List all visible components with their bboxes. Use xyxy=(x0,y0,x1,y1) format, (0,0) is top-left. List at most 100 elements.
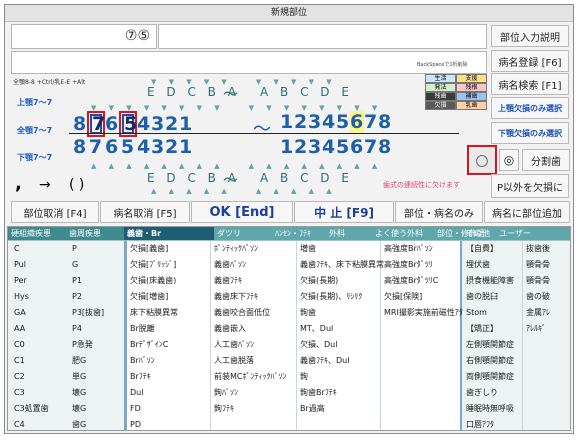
tooth-UL7[interactable]: 7 xyxy=(364,111,378,133)
tab-periodontal[interactable]: 歯周疾患 xyxy=(66,227,124,240)
disease-item[interactable]: GA xyxy=(14,306,26,319)
disease-item[interactable]: ｱﾚﾙｷﾞ xyxy=(526,322,546,335)
tab-datsuri[interactable]: ダツリ xyxy=(214,227,272,240)
disease-item[interactable]: 金属ｱﾚ xyxy=(526,306,550,319)
except-p-button[interactable]: P以外を欠損に xyxy=(491,174,569,198)
tooth-LR8[interactable]: 8 xyxy=(73,136,87,158)
disease-item[interactable]: 欠損[保険] xyxy=(384,290,422,303)
disease-item[interactable]: 鉤 xyxy=(300,370,308,383)
disease-item[interactable]: Dul xyxy=(130,386,143,399)
tooth-LL6[interactable]: 6 xyxy=(350,136,364,158)
disease-item[interactable]: 摂食機能障害 xyxy=(466,274,514,287)
disease-item[interactable]: 両側顎関節症 xyxy=(466,370,514,383)
disease-item[interactable]: 睡眠時無呼吸 xyxy=(466,402,514,415)
disease-item[interactable]: 口唇ｱﾌﾀ xyxy=(466,418,494,430)
disease-item[interactable]: 高強度BrﾀﾞﾂﾘC xyxy=(384,274,438,287)
disease-item[interactable]: 義歯ﾌﾃｷ xyxy=(214,274,242,287)
split-tooth-button[interactable]: 分割歯 xyxy=(522,149,570,171)
tooth-LR5[interactable]: 5 xyxy=(119,136,137,158)
disease-item[interactable]: Pul xyxy=(14,258,26,271)
disease-item[interactable]: 人工歯脱落 xyxy=(214,354,254,367)
tooth-UR1[interactable]: 1 xyxy=(179,113,193,135)
disease-item[interactable]: P3[抜歯] xyxy=(72,306,104,319)
register-button[interactable]: 病名登録 [F6] xyxy=(491,50,569,72)
disease-item[interactable]: 床下粘膜異常 xyxy=(130,306,178,319)
disease-item[interactable]: 欠損[義歯] xyxy=(130,242,168,255)
disease-item[interactable]: C1 xyxy=(14,354,25,367)
disease-item[interactable]: G xyxy=(72,258,78,271)
disease-item[interactable]: C3 xyxy=(14,386,25,399)
disease-item[interactable]: Hys xyxy=(14,290,29,303)
arrow-button[interactable]: → xyxy=(39,177,51,193)
disease-item[interactable]: 歯ぎしり xyxy=(466,386,498,399)
disease-item[interactable]: 欠損(長期)、ﾘｼﾘｸ xyxy=(300,290,362,303)
disease-item[interactable]: 欠損(床義歯) xyxy=(130,274,176,287)
disease-item[interactable]: 鉤ﾊﾞｿﾝ xyxy=(214,386,238,399)
circle-button[interactable]: 〇 xyxy=(467,145,497,175)
tooth-LR6[interactable]: 6 xyxy=(105,136,119,158)
part-name-only-button[interactable]: 部位・病名のみ xyxy=(395,201,483,223)
disease-item[interactable]: 欠損[ﾌﾞﾘｯｼﾞ] xyxy=(130,258,176,271)
tooth-LR1[interactable]: 1 xyxy=(179,136,193,158)
disease-item[interactable]: C4 xyxy=(14,418,25,430)
disease-item[interactable]: 【自費】 xyxy=(466,242,498,255)
disease-item[interactable]: 義歯ﾌﾃｷ、床下粘膜異常 xyxy=(300,258,384,271)
disease-item[interactable]: 単G xyxy=(72,370,86,383)
tooth-LL4[interactable]: 4 xyxy=(322,136,336,158)
upper-row-label[interactable]: 上顎7～7 xyxy=(17,97,52,108)
tooth-LL7[interactable]: 7 xyxy=(364,136,378,158)
disease-item[interactable]: AA xyxy=(14,322,25,335)
ok-button[interactable]: OK [End] xyxy=(191,201,293,223)
disease-item[interactable]: P4 xyxy=(72,322,82,335)
tooth-LL2[interactable]: 2 xyxy=(294,136,308,158)
tooth-LR4[interactable]: 4 xyxy=(137,136,151,158)
comma-button[interactable]: , xyxy=(15,173,22,194)
tooth-UR6[interactable]: 6 xyxy=(105,113,119,135)
tooth-UL5[interactable]: 5 xyxy=(336,111,350,133)
disease-item[interactable]: Br脱離 xyxy=(130,322,155,335)
disease-item[interactable]: 歯G xyxy=(72,418,86,430)
disease-item[interactable]: 義歯咬合面低位 xyxy=(214,306,270,319)
tooth-UL1[interactable]: 1 xyxy=(280,111,294,133)
cancel-name-button[interactable]: 病名取消 [F5] xyxy=(100,201,190,223)
name-input-panel[interactable] xyxy=(158,24,487,49)
disease-item[interactable]: 歯の破 xyxy=(526,290,550,303)
tooth-UL2[interactable]: 2 xyxy=(294,111,308,133)
disease-item[interactable]: P1 xyxy=(72,274,82,287)
disease-item[interactable]: 鉤歯Brﾌﾃｷ xyxy=(300,386,337,399)
disease-item[interactable]: Brﾊﾞｿﾝ xyxy=(130,354,155,367)
disease-item[interactable]: C3処置歯 xyxy=(14,402,49,415)
tooth-LL5[interactable]: 5 xyxy=(336,136,350,158)
disease-item[interactable]: BrﾃﾞｻﾞｲﾝC xyxy=(130,338,168,351)
disease-item[interactable]: P2 xyxy=(72,290,82,303)
disease-item[interactable]: Br過高 xyxy=(300,402,325,415)
disease-item[interactable]: 顎骨骨 xyxy=(526,258,550,271)
tab-hasen[interactable]: ﾊﾝｾﾝ・ﾌﾃｷ xyxy=(272,227,326,240)
memo-panel[interactable] xyxy=(11,51,487,74)
disease-item[interactable]: 左側顎関節症 xyxy=(466,338,514,351)
disease-item[interactable]: 抜歯後 xyxy=(526,242,550,255)
tooth-UL6[interactable]: 6 xyxy=(350,111,364,133)
disease-item[interactable]: 欠損、Dul xyxy=(300,338,337,351)
input-help-button[interactable]: 部位入力説明 xyxy=(491,25,569,47)
disease-item[interactable]: 右側顎関節症 xyxy=(466,354,514,367)
tab-surgery[interactable]: 外科 xyxy=(326,227,372,240)
tooth-UR4[interactable]: 4 xyxy=(137,113,151,135)
tab-hard-tissue[interactable]: 硬組織疾患 xyxy=(8,227,66,240)
disease-item[interactable]: C xyxy=(14,242,20,255)
all-row-label[interactable]: 全顎7～7 xyxy=(17,125,52,136)
disease-item[interactable]: C2 xyxy=(14,370,25,383)
tooth-UR8[interactable]: 8 xyxy=(73,113,87,135)
disease-item[interactable]: 【矯正】 xyxy=(466,322,498,335)
tooth-UL4[interactable]: 4 xyxy=(322,111,336,133)
disease-item[interactable]: 高強度Brﾀﾞﾂﾘ xyxy=(384,258,433,271)
disease-item[interactable]: MRI撮影実施前磁性ｱﾀ xyxy=(384,306,463,319)
disease-item[interactable]: 埋伏歯 xyxy=(466,258,490,271)
disease-item[interactable]: 壊G xyxy=(72,386,86,399)
disease-item[interactable]: 顎骨骨 xyxy=(526,274,550,287)
upper-primary-right[interactable]: A B C D E xyxy=(260,85,353,99)
disease-item[interactable]: 欠損(長期) xyxy=(300,274,338,287)
tab-frequent-surgery[interactable]: よく使う外科 xyxy=(372,227,434,240)
tooth-LL3[interactable]: 3 xyxy=(308,136,322,158)
double-circle-button[interactable]: ◎ xyxy=(499,149,519,171)
